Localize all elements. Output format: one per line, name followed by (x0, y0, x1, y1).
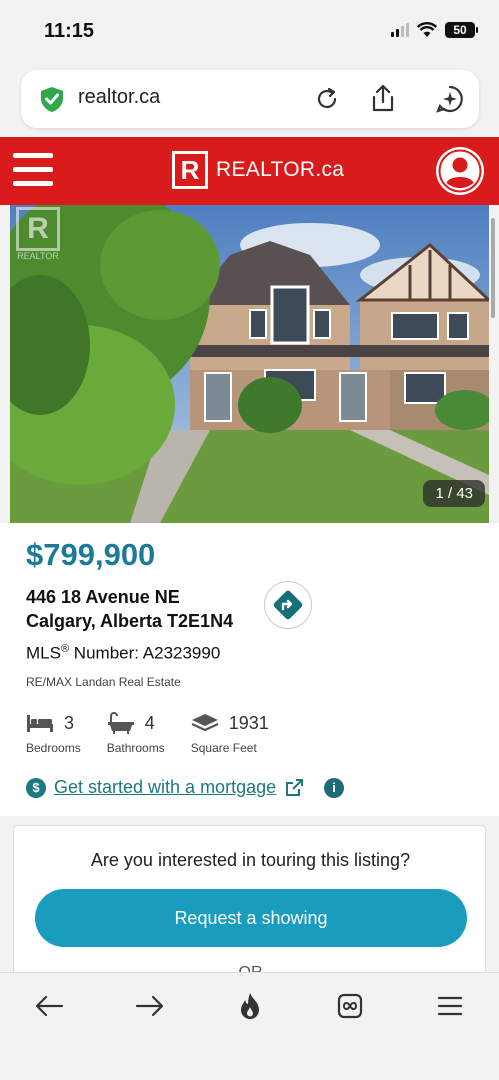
signal-icon (391, 23, 409, 37)
account-icon[interactable] (434, 145, 486, 197)
forward-arrow-icon (135, 995, 164, 1017)
listing-details: $799,900 446 18 Avenue NE Calgary, Alber… (0, 523, 499, 816)
status-bar: 11:15 50 (0, 0, 499, 62)
tabs-icon (337, 993, 363, 1019)
area-icon (191, 714, 219, 732)
reload-icon[interactable] (313, 85, 341, 113)
hamburger-icon[interactable] (13, 153, 53, 187)
bed-icon (27, 715, 53, 732)
status-time: 11:15 (44, 20, 95, 42)
back-arrow-icon (35, 995, 64, 1017)
tabs-button[interactable] (330, 989, 370, 1023)
tour-question: Are you interested in touring this listi… (90, 850, 411, 870)
stat-bedrooms: 3 Bedrooms (26, 712, 81, 756)
stat-bathrooms: 4 Bathrooms (106, 712, 165, 755)
logo-mark: R (172, 151, 208, 189)
brokerage: RE/MAX Landan Real Estate (26, 675, 181, 689)
fire-button[interactable] (230, 989, 270, 1023)
photo-counter: 1 / 43 (423, 480, 485, 507)
wifi-icon (417, 22, 437, 37)
listing-photo[interactable]: R REALTOR 1 / 43 (10, 205, 489, 523)
menu-icon (437, 996, 463, 1016)
stat-square-feet: 1931 Square Feet (190, 712, 269, 756)
logo-text: REALTOR.ca (216, 158, 345, 181)
directions-icon (273, 590, 303, 620)
url-text[interactable]: realtor.ca (78, 86, 160, 109)
battery-icon: 50 (445, 22, 478, 38)
external-link-icon[interactable] (284, 778, 304, 798)
address-line-1: 446 18 Avenue NE (26, 587, 180, 607)
realtor-watermark: R REALTOR (10, 205, 66, 267)
dollar-icon: $ (26, 777, 46, 798)
house-image (10, 205, 489, 523)
listing-stats: 3 Bedrooms 4 Bathrooms 1931 Square Feet (26, 709, 269, 755)
forward-button[interactable] (130, 989, 170, 1023)
mortgage-link[interactable]: Get started with a mortgage (54, 777, 276, 798)
mortgage-row: $ Get started with a mortgage i (26, 777, 345, 798)
back-button[interactable] (29, 989, 69, 1023)
site-header: R REALTOR.ca (0, 137, 499, 205)
directions-button[interactable] (264, 581, 312, 629)
realtor-logo[interactable]: R REALTOR.ca (172, 151, 344, 189)
scroll-indicator (491, 218, 495, 318)
shield-check-icon (41, 87, 63, 112)
address-line-2: Calgary, Alberta T2E1N4 (26, 611, 234, 631)
mls-number: MLS® Number: A2323990 (26, 643, 221, 663)
assistant-icon[interactable] (435, 84, 465, 114)
listing-price: $799,900 (26, 537, 156, 572)
bath-icon (107, 712, 134, 734)
status-icons: 50 (391, 22, 478, 38)
share-icon[interactable] (369, 83, 397, 113)
info-icon[interactable]: i (324, 777, 345, 798)
browser-toolbar (0, 972, 499, 1080)
tour-card: Are you interested in touring this listi… (13, 825, 486, 985)
url-bar[interactable]: realtor.ca (21, 70, 479, 128)
request-showing-button[interactable]: Request a showing (35, 889, 467, 947)
fire-icon (241, 993, 259, 1019)
listing-address: 446 18 Avenue NE Calgary, Alberta T2E1N4 (26, 585, 233, 633)
menu-button[interactable] (430, 989, 470, 1023)
